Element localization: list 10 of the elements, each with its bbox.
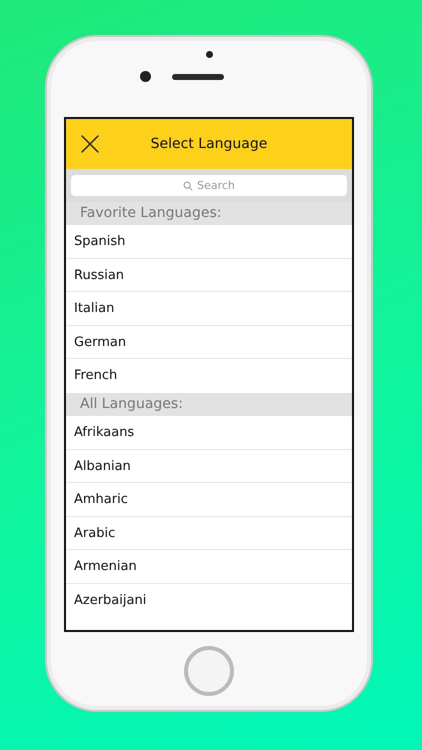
camera-icon [140, 71, 151, 82]
search-field[interactable]: Search [71, 175, 347, 196]
section-header: All Languages: [66, 392, 352, 416]
sensor-dot [206, 51, 212, 58]
close-icon[interactable] [80, 134, 100, 154]
language-item[interactable]: Russian [66, 258, 352, 292]
section-header: Favorite Languages: [66, 202, 352, 225]
language-item[interactable]: Albanian [66, 450, 352, 484]
screen-title: Select Language [150, 136, 268, 152]
speaker-grille [172, 74, 224, 80]
